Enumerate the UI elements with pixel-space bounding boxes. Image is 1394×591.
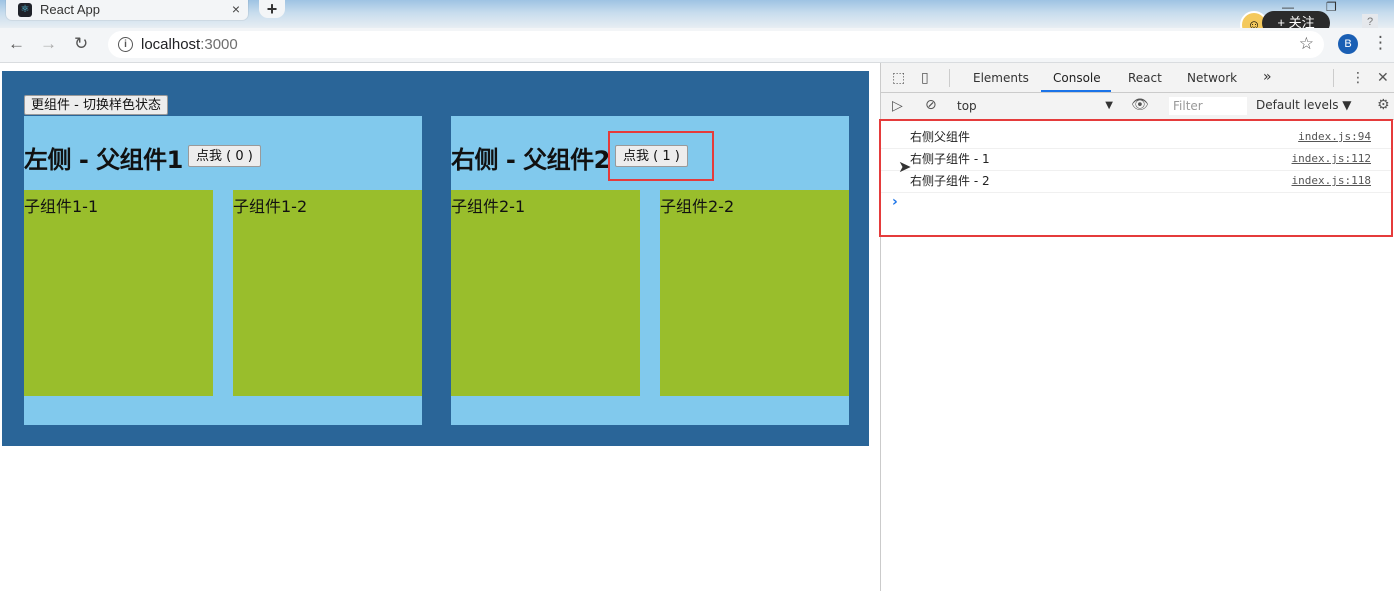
tab-console[interactable]: Console bbox=[1053, 71, 1101, 85]
divider bbox=[949, 69, 950, 87]
clear-console-icon[interactable]: ⊘ bbox=[925, 97, 937, 113]
device-toolbar-icon[interactable]: ▯ bbox=[921, 70, 929, 86]
left-parent-title: 左侧 - 父组件1 bbox=[24, 146, 183, 174]
child-component-2-1: 子组件2-1 bbox=[451, 190, 640, 396]
more-tabs-icon[interactable]: » bbox=[1263, 69, 1272, 85]
info-icon[interactable]: i bbox=[118, 37, 133, 52]
highlight-box bbox=[608, 131, 714, 181]
filter-input[interactable]: Filter bbox=[1169, 97, 1247, 115]
inspect-icon[interactable]: ⬚ bbox=[892, 70, 905, 86]
page-viewport: 更组件 - 切换样色状态 左侧 - 父组件1 点我 ( 0 ) 子组件1-1 子… bbox=[0, 63, 880, 591]
child-label: 子组件2-2 bbox=[660, 197, 735, 216]
devtools-tab-bar: ⬚ ▯ Elements Console React Network » ⋮ ✕ bbox=[881, 63, 1394, 93]
url-host: localhost bbox=[141, 36, 201, 53]
address-bar[interactable]: i localhost:3000 ☆ bbox=[108, 31, 1324, 58]
log-levels-select[interactable]: Default levels ▼ bbox=[1256, 98, 1352, 112]
devtools-menu-icon[interactable]: ⋮ bbox=[1351, 70, 1365, 86]
restore-icon[interactable]: ❐ bbox=[1326, 0, 1337, 14]
close-icon[interactable]: ✕ bbox=[1377, 70, 1389, 86]
console-toolbar: ▷ ⊘ top ▼ 👁 Filter Default levels ▼ ⚙ bbox=[881, 93, 1394, 120]
browser-toolbar: ← → ↻ i localhost:3000 ☆ B ⋮ bbox=[0, 28, 1394, 63]
star-icon[interactable]: ☆ bbox=[1299, 34, 1314, 54]
reload-icon[interactable]: ↻ bbox=[74, 34, 88, 54]
react-favicon-icon: ⚛ bbox=[18, 3, 32, 17]
app-container: 更组件 - 切换样色状态 左侧 - 父组件1 点我 ( 0 ) 子组件1-1 子… bbox=[2, 71, 869, 446]
new-tab-button[interactable]: + bbox=[259, 0, 285, 18]
tab-close-icon[interactable]: × bbox=[232, 1, 240, 17]
tab-title: React App bbox=[40, 2, 100, 17]
child-component-1-2: 子组件1-2 bbox=[233, 190, 422, 396]
eye-icon[interactable]: 👁 bbox=[1131, 97, 1149, 113]
browser-tab[interactable]: ⚛ React App × bbox=[6, 0, 248, 20]
sidebar-toggle-icon[interactable]: ▷ bbox=[892, 98, 903, 114]
tab-strip: ⚛ React App × + ☺ + 关注 — ❐ ? bbox=[0, 0, 1394, 39]
right-parent-title: 右侧 - 父组件2 bbox=[451, 146, 610, 174]
child-label: 子组件2-1 bbox=[451, 197, 526, 216]
console-output: 右侧父组件 index.js:94 右侧子组件 - 1 index.js:112… bbox=[879, 119, 1394, 591]
minimize-icon[interactable]: — bbox=[1282, 0, 1294, 14]
active-tab-indicator bbox=[1041, 90, 1111, 92]
tab-react[interactable]: React bbox=[1128, 71, 1162, 85]
forward-arrow-icon[interactable]: → bbox=[40, 34, 57, 54]
child-component-2-2: 子组件2-2 bbox=[660, 190, 849, 396]
context-value: top bbox=[957, 99, 977, 113]
left-parent-component: 左侧 - 父组件1 点我 ( 0 ) 子组件1-1 子组件1-2 bbox=[24, 116, 422, 425]
context-select[interactable]: top ▼ bbox=[957, 97, 1113, 115]
highlight-box bbox=[879, 119, 1393, 237]
left-click-button[interactable]: 点我 ( 0 ) bbox=[188, 145, 261, 167]
back-arrow-icon[interactable]: ← bbox=[8, 34, 25, 54]
switch-style-button[interactable]: 更组件 - 切换样色状态 bbox=[24, 95, 168, 115]
devtools-panel: ⬚ ▯ Elements Console React Network » ⋮ ✕… bbox=[879, 63, 1394, 591]
menu-icon[interactable]: ⋮ bbox=[1372, 33, 1389, 53]
tab-elements[interactable]: Elements bbox=[973, 71, 1029, 85]
divider bbox=[1333, 69, 1334, 87]
extension-icon[interactable]: B bbox=[1338, 34, 1358, 54]
tab-network[interactable]: Network bbox=[1187, 71, 1237, 85]
child-label: 子组件1-1 bbox=[24, 197, 99, 216]
gear-icon[interactable]: ⚙ bbox=[1377, 97, 1390, 113]
child-component-1-1: 子组件1-1 bbox=[24, 190, 213, 396]
url-port: :3000 bbox=[200, 36, 238, 53]
url-text: localhost:3000 bbox=[141, 36, 238, 53]
child-label: 子组件1-2 bbox=[233, 197, 308, 216]
caret-down-icon: ▼ bbox=[1105, 100, 1113, 111]
